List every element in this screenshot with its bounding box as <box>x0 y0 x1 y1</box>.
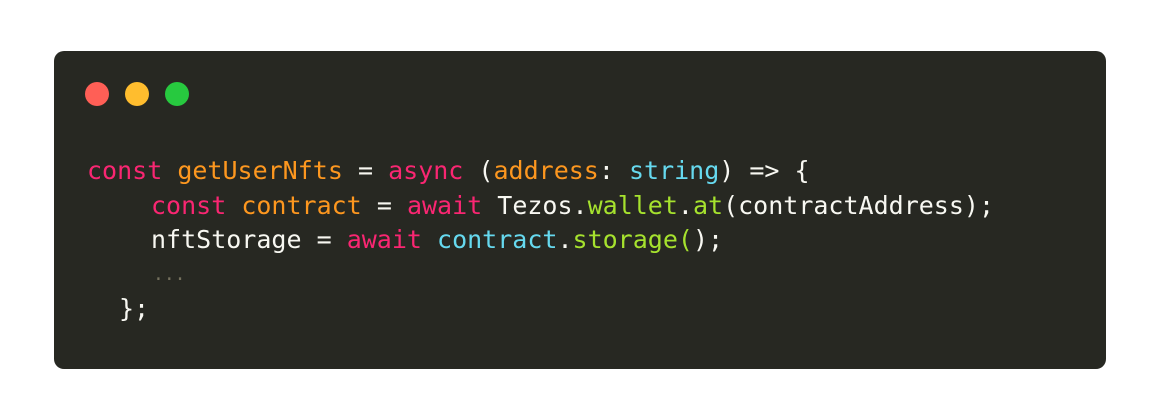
operator-equals: = <box>376 190 392 220</box>
code-line-5: }; <box>87 292 994 327</box>
colon: : <box>598 156 614 185</box>
keyword-const: const <box>87 156 163 185</box>
dot: . <box>572 190 588 220</box>
dot: . <box>557 225 573 254</box>
arrow-open: ) => { <box>719 156 810 185</box>
closing-brace: }; <box>119 294 150 323</box>
method-name: at <box>692 190 724 220</box>
call-args: (contractAddress); <box>723 190 995 220</box>
object-name: contract <box>437 225 558 254</box>
minimize-button[interactable] <box>125 82 149 106</box>
code-line-3: nftStorage = await contract.storage(); <box>87 223 994 258</box>
code-block: const getUserNfts = async (address: stri… <box>87 154 994 327</box>
code-line-1: const getUserNfts = async (address: stri… <box>87 154 994 189</box>
property-name: wallet <box>587 190 678 220</box>
code-window: const getUserNfts = async (address: stri… <box>54 51 1106 369</box>
keyword-const: const <box>151 190 227 220</box>
variable-name: contract <box>241 190 362 220</box>
code-line-2: const contract = await Tezos.wallet.at(c… <box>87 189 994 224</box>
paren-close: ); <box>692 225 724 254</box>
code-line-4: ... <box>87 258 994 293</box>
type-name: string <box>628 156 720 185</box>
operator-equals: = <box>316 225 332 254</box>
keyword-await: await <box>346 225 422 254</box>
param-name: address <box>493 156 599 185</box>
dot: . <box>677 190 693 220</box>
close-button[interactable] <box>85 82 109 106</box>
paren-open: ( <box>677 225 693 254</box>
zoom-button[interactable] <box>165 82 189 106</box>
window-controls <box>85 82 189 106</box>
method-name: storage <box>572 225 678 254</box>
keyword-await: await <box>406 190 483 220</box>
keyword-async: async <box>388 156 464 185</box>
paren-open: ( <box>478 156 494 185</box>
operator-equals: = <box>357 156 374 185</box>
function-name: getUserNfts <box>177 156 343 185</box>
object-name: Tezos <box>497 190 573 220</box>
variable-name: nftStorage <box>151 225 302 254</box>
ellipsis: ... <box>153 263 186 285</box>
